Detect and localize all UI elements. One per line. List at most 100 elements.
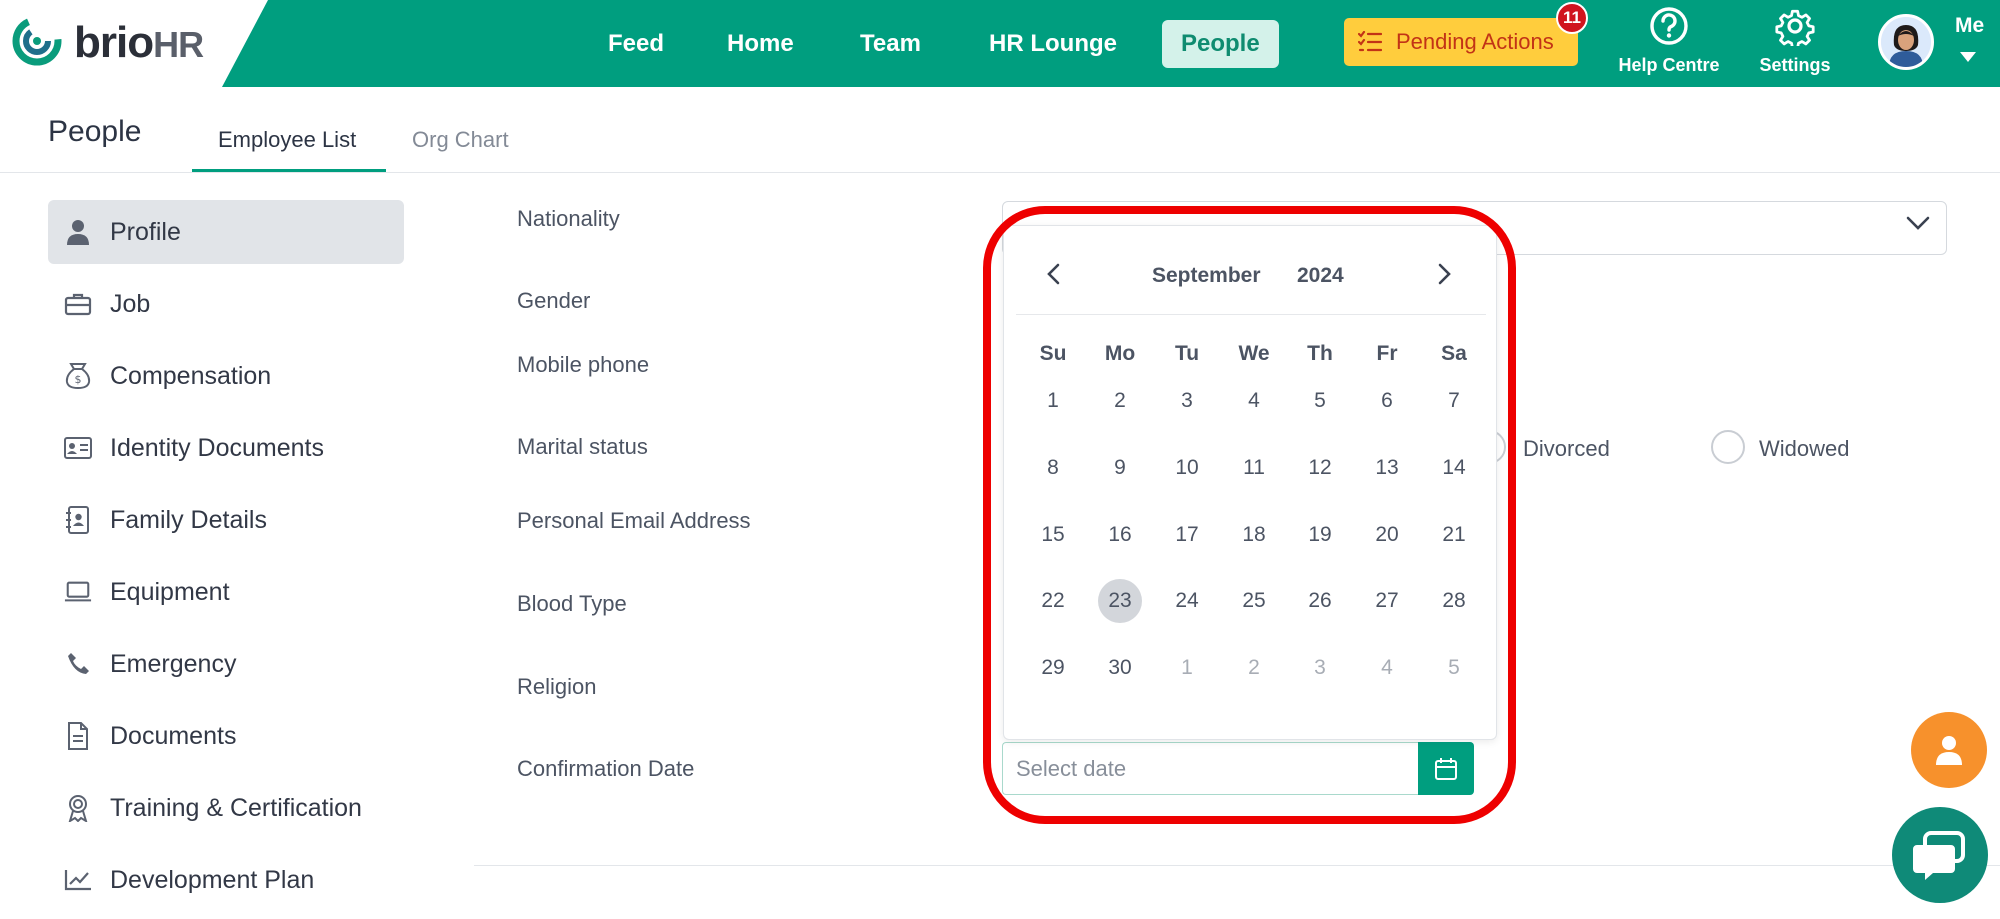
calendar-header-divider — [1016, 314, 1486, 315]
calendar-day[interactable]: 5 — [1298, 379, 1342, 423]
calendar-day[interactable]: 30 — [1098, 646, 1142, 690]
personal-email-label: Personal Email Address — [517, 508, 751, 533]
calendar-day[interactable]: 29 — [1031, 646, 1075, 690]
confirmation-date-input[interactable]: Select date — [1002, 742, 1422, 795]
calendar-year-label[interactable]: 2024 — [1297, 264, 1344, 288]
nav-hr-lounge[interactable]: HR Lounge — [970, 20, 1136, 68]
pending-actions-button[interactable]: Pending Actions — [1344, 18, 1578, 66]
sidebar-item-development-plan[interactable]: Development Plan — [48, 848, 404, 912]
calendar-toggle-button[interactable] — [1418, 742, 1474, 795]
weekday-header: Mo — [1104, 342, 1136, 365]
calendar-day[interactable]: 17 — [1165, 513, 1209, 557]
brand-name: brioHR — [74, 18, 204, 68]
blood-type-label: Blood Type — [517, 591, 627, 616]
nav-team[interactable]: Team — [841, 20, 940, 68]
top-navigation-bar: brioHR Feed Home Team HR Lounge People P… — [0, 0, 2000, 87]
calendar-day[interactable]: 22 — [1031, 579, 1075, 623]
sidebar-item-family-details[interactable]: Family Details — [48, 488, 404, 552]
section-divider — [474, 865, 2000, 866]
avatar[interactable] — [1878, 14, 1934, 70]
calendar-day[interactable]: 8 — [1031, 446, 1075, 490]
calendar-day[interactable]: 2 — [1098, 379, 1142, 423]
settings-button[interactable]: Settings — [1752, 6, 1838, 76]
laptop-icon — [64, 578, 92, 606]
sidebar-item-training-certification[interactable]: Training & Certification — [48, 776, 404, 840]
calendar-day-next-month[interactable]: 1 — [1165, 646, 1209, 690]
sidebar-item-label: Emergency — [110, 649, 237, 678]
chevron-down-icon[interactable] — [1906, 216, 1930, 230]
gear-icon — [1775, 9, 1815, 49]
caret-down-icon[interactable] — [1960, 52, 1976, 62]
calendar-day-today[interactable]: 23 — [1098, 579, 1142, 623]
calendar-day[interactable]: 6 — [1365, 379, 1409, 423]
sidebar-item-compensation[interactable]: $ Compensation — [48, 344, 404, 408]
brand-name-hr: HR — [153, 24, 204, 65]
calendar-day[interactable]: 12 — [1298, 446, 1342, 490]
sidebar-item-label: Training & Certification — [110, 793, 362, 822]
award-icon — [64, 794, 92, 822]
marital-status-label: Marital status — [517, 434, 648, 459]
nav-home[interactable]: Home — [708, 20, 813, 68]
calendar-day[interactable]: 7 — [1432, 379, 1476, 423]
calendar-icon — [1435, 757, 1457, 780]
calendar-day-next-month[interactable]: 2 — [1232, 646, 1276, 690]
sidebar-item-equipment[interactable]: Equipment — [48, 560, 404, 624]
contact-book-icon — [64, 506, 92, 534]
nationality-label: Nationality — [517, 206, 620, 231]
page-header: People Employee List Org Chart — [0, 87, 2000, 173]
calendar-day[interactable]: 21 — [1432, 513, 1476, 557]
help-centre-button[interactable]: Help Centre — [1616, 6, 1722, 76]
marital-divorced-label: Divorced — [1523, 436, 1610, 461]
sidebar-item-job[interactable]: Job — [48, 272, 404, 336]
calendar-day[interactable]: 14 — [1432, 446, 1476, 490]
calendar-day[interactable]: 24 — [1165, 579, 1209, 623]
chevron-left-icon[interactable] — [1044, 262, 1064, 286]
user-avatar-image — [1881, 17, 1931, 67]
calendar-day[interactable]: 3 — [1165, 379, 1209, 423]
mobile-phone-label: Mobile phone — [517, 352, 650, 377]
marital-widowed-radio[interactable] — [1711, 430, 1745, 464]
help-centre-label: Help Centre — [1618, 55, 1720, 75]
user-menu-label[interactable]: Me — [1955, 14, 1984, 38]
calendar-day[interactable]: 15 — [1031, 513, 1075, 557]
calendar-day[interactable]: 13 — [1365, 446, 1409, 490]
calendar-day-next-month[interactable]: 3 — [1298, 646, 1342, 690]
weekday-header: Fr — [1376, 342, 1398, 365]
nav-people[interactable]: People — [1162, 20, 1279, 68]
calendar-day-next-month[interactable]: 5 — [1432, 646, 1476, 690]
chat-support-button[interactable] — [1892, 807, 1988, 903]
calendar-day[interactable]: 10 — [1165, 446, 1209, 490]
active-tab-indicator — [192, 169, 386, 172]
sidebar-item-identity-documents[interactable]: Identity Documents — [48, 416, 404, 480]
calendar-day[interactable]: 20 — [1365, 513, 1409, 557]
calendar-day[interactable]: 25 — [1232, 579, 1276, 623]
calendar-day[interactable]: 26 — [1298, 579, 1342, 623]
calendar-day[interactable]: 27 — [1365, 579, 1409, 623]
nav-feed[interactable]: Feed — [589, 20, 683, 68]
brand-logo[interactable]: brioHR — [0, 0, 300, 87]
calendar-day[interactable]: 28 — [1432, 579, 1476, 623]
calendar-day[interactable]: 4 — [1232, 379, 1276, 423]
tab-org-chart[interactable]: Org Chart — [412, 127, 509, 153]
floating-profile-button[interactable] — [1911, 712, 1987, 788]
calendar-day[interactable]: 19 — [1298, 513, 1342, 557]
calendar-day[interactable]: 1 — [1031, 379, 1075, 423]
sidebar-item-emergency[interactable]: Emergency — [48, 632, 404, 696]
briefcase-icon — [64, 290, 92, 318]
calendar-day[interactable]: 11 — [1232, 446, 1276, 490]
sidebar-item-documents[interactable]: Documents — [48, 704, 404, 768]
gender-label: Gender — [517, 288, 591, 313]
sidebar-item-label: Development Plan — [110, 865, 315, 894]
calendar-day[interactable]: 9 — [1098, 446, 1142, 490]
sidebar-item-profile[interactable]: Profile — [48, 200, 404, 264]
chart-line-icon — [64, 866, 92, 894]
checklist-icon — [1358, 31, 1382, 52]
calendar-day[interactable]: 16 — [1098, 513, 1142, 557]
calendar-day-next-month[interactable]: 4 — [1365, 646, 1409, 690]
chevron-right-icon[interactable] — [1434, 262, 1454, 286]
svg-text:$: $ — [75, 373, 82, 386]
tab-employee-list[interactable]: Employee List — [218, 127, 356, 153]
calendar-month-label[interactable]: September — [1152, 264, 1261, 288]
calendar-day[interactable]: 18 — [1232, 513, 1276, 557]
phone-icon — [64, 650, 92, 678]
